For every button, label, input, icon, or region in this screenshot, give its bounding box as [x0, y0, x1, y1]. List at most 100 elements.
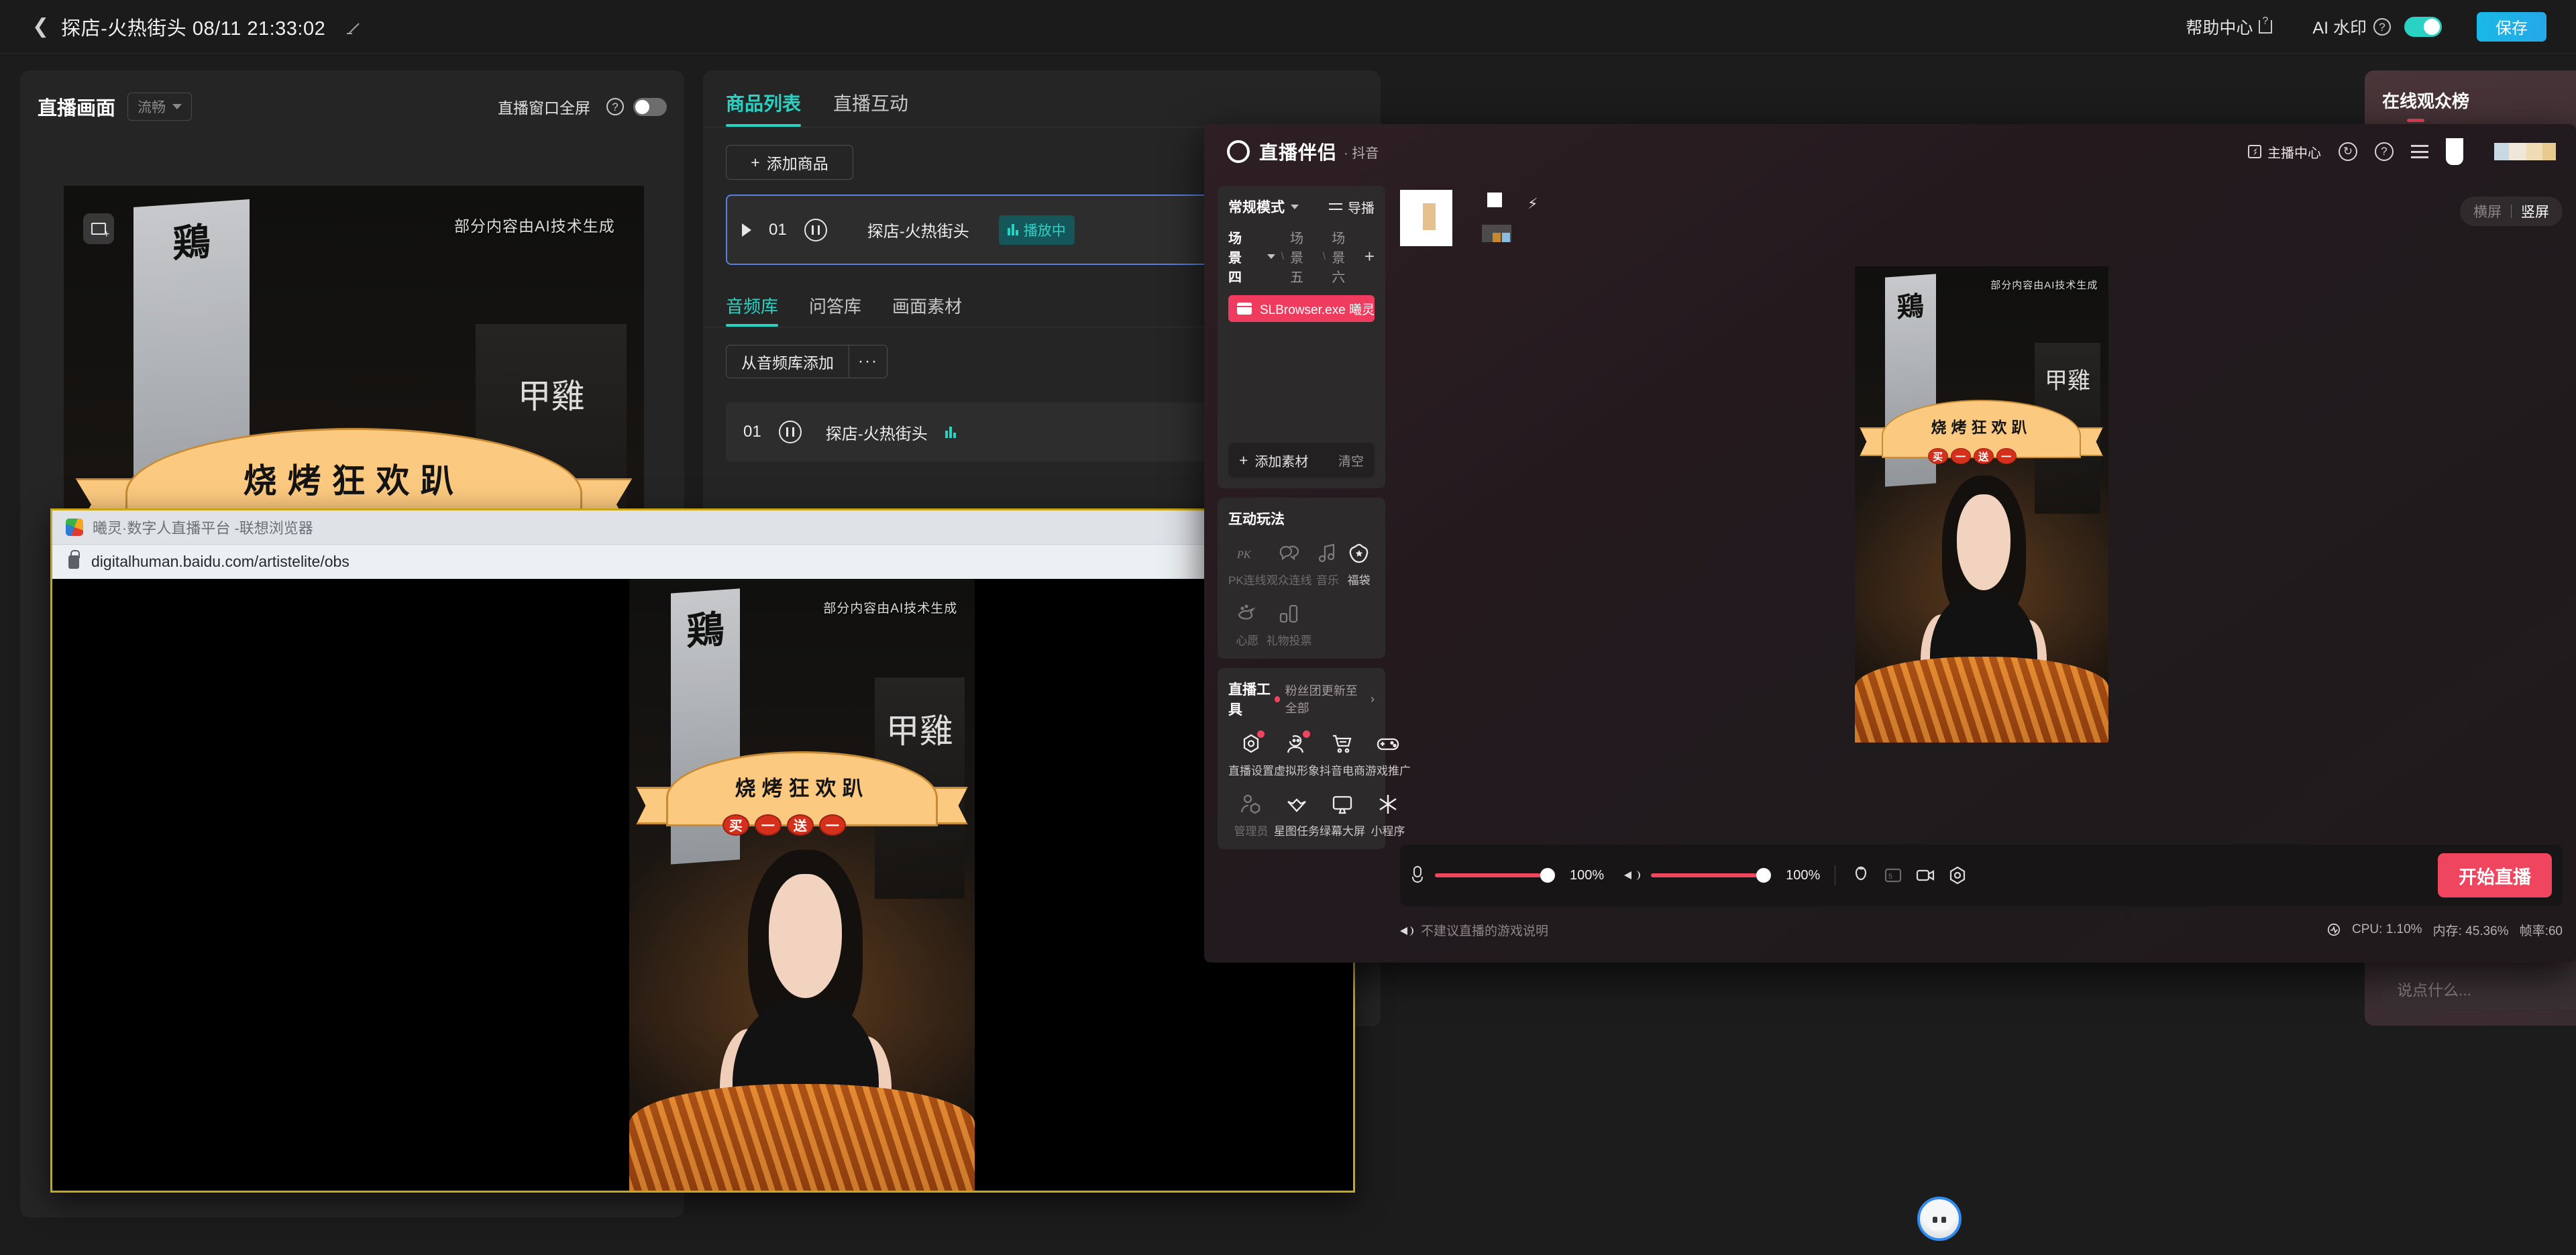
question-mark-icon[interactable]: ?	[2375, 142, 2394, 161]
add-image-icon[interactable]	[83, 213, 115, 245]
pause-icon[interactable]	[778, 421, 802, 443]
ai-notice-text: 部分内容由AI技术生成	[1990, 280, 2098, 292]
live-companion-window: 直播伴侣 · 抖音 主播中心 ↻ ? 常规模式 导播 场景四 \ 场景五 \ 场…	[1204, 124, 2576, 963]
question-mark-icon[interactable]: ?	[606, 98, 624, 115]
fans-update-link[interactable]: 粉丝团更新至 全部 ›	[1275, 681, 1375, 716]
banner-text: 烧烤狂欢趴	[243, 461, 465, 501]
scene-thumbnail-small-2[interactable]	[1482, 225, 1511, 242]
gift-vote-icon	[1278, 602, 1301, 625]
interactive-play-panel: 互动玩法 PK PK连线 观众连线 音乐 福袋 心愿 礼物投票	[1218, 498, 1385, 659]
window-capture-icon	[1237, 303, 1252, 315]
scene-tab-5[interactable]: 场景五	[1290, 227, 1317, 286]
tool-item-live-settings[interactable]: 直播设置	[1228, 730, 1274, 778]
browser-window: 曦灵·数字人直播平台 -联想浏览器 digitalhuman.baidu.com…	[50, 508, 1355, 1193]
window-minimize-icon[interactable]	[2446, 138, 2463, 165]
tool-item-virtual-avatar[interactable]: 虚拟形象	[1274, 730, 1320, 778]
chevron-down-icon[interactable]	[1291, 204, 1299, 209]
rank-title: 在线观众榜	[2382, 91, 2470, 111]
chevron-down-icon[interactable]	[1267, 254, 1275, 259]
mini-program-icon	[1377, 793, 1399, 816]
pencil-icon[interactable]	[345, 18, 363, 36]
assistant-bubble-icon[interactable]	[1917, 1197, 1962, 1241]
back-icon[interactable]: ❮	[32, 16, 49, 37]
add-from-audio-library-button[interactable]: 从音频库添加	[726, 345, 849, 378]
item-label: 福袋	[1347, 574, 1371, 587]
start-live-button[interactable]: 开始直播	[2438, 853, 2552, 897]
quality-select[interactable]: 流畅	[127, 93, 193, 121]
save-button[interactable]: 保存	[2477, 11, 2546, 42]
companion-app-name: 直播伴侣	[1259, 142, 1338, 163]
tab-qa-library[interactable]: 问答库	[809, 293, 861, 327]
scene-thumbnail-main[interactable]	[1400, 190, 1452, 246]
interactive-item-music[interactable]: 音乐	[1312, 542, 1344, 588]
more-options-icon[interactable]: ···	[849, 345, 888, 378]
interactive-item-audience[interactable]: 观众连线	[1267, 542, 1312, 588]
sign-char: 鶏	[172, 219, 211, 266]
tool-item-green-screen[interactable]: 绿幕大屏	[1320, 793, 1365, 838]
speaker-volume-slider[interactable]	[1651, 868, 1772, 883]
interactive-item-luckybag[interactable]: 福袋	[1343, 542, 1375, 588]
separator: \	[1281, 250, 1285, 262]
scene-tab-6[interactable]: 场景六	[1332, 227, 1358, 286]
pause-icon[interactable]	[804, 218, 827, 241]
anchor-center-icon	[2248, 145, 2261, 158]
tool-item-admin[interactable]: 管理员	[1228, 793, 1274, 838]
orientation-landscape[interactable]: 横屏	[2473, 201, 2502, 221]
tab-live-interaction[interactable]: 直播互动	[833, 89, 908, 127]
microphone-icon[interactable]	[1411, 866, 1424, 885]
performance-stats: CPU: 1.10% 内存: 45.36% 帧率:60	[2326, 921, 2563, 939]
help-center-link[interactable]: 帮助中心	[2186, 15, 2273, 39]
anchor-center-button[interactable]: 主播中心	[2248, 142, 2321, 162]
fullscreen-group: 直播窗口全屏 ?	[498, 95, 667, 118]
mirror-5s-icon[interactable]: 5	[1882, 865, 1904, 886]
scene-thumbnail-small[interactable]	[1487, 193, 1502, 207]
browser-address-bar[interactable]: digitalhuman.baidu.com/artistelite/obs	[52, 544, 1353, 579]
window-controls-strip[interactable]	[2494, 143, 2556, 160]
tool-item-douyin-ecommerce[interactable]: 抖音电商	[1320, 732, 1365, 778]
camera-icon[interactable]	[1915, 865, 1936, 886]
guide-button[interactable]: 导播	[1329, 197, 1375, 217]
interactive-item-giftvote[interactable]: 礼物投票	[1267, 602, 1312, 648]
goods-name: 探店-火热街头	[867, 223, 969, 241]
message-input[interactable]: 说点什么...	[2382, 968, 2576, 1010]
fullscreen-toggle[interactable]	[633, 97, 667, 116]
status-badge-label: 播放中	[1023, 223, 1066, 239]
focus-icon[interactable]	[1947, 865, 1968, 886]
tool-item-star-map[interactable]: 星图任务	[1274, 793, 1320, 838]
tab-goods-list[interactable]: 商品列表	[726, 89, 802, 127]
item-label: 音乐	[1316, 574, 1340, 587]
companion-titlebar: 直播伴侣 · 抖音 主播中心 ↻ ?	[1204, 124, 2576, 179]
neon-char: 甲雞	[517, 376, 585, 416]
game-note[interactable]: 不建议直播的游戏说明	[1400, 921, 1548, 939]
notification-dot-icon	[1275, 696, 1280, 702]
source-item[interactable]: SLBrowser.exe 曦灵·数字人直播平台 -...	[1228, 295, 1375, 322]
item-label: 心愿	[1236, 635, 1259, 647]
expand-triangle-icon[interactable]	[742, 223, 751, 237]
lock-icon	[68, 549, 80, 569]
question-mark-icon[interactable]: ?	[2373, 17, 2391, 36]
add-material-button[interactable]: + 添加素材 清空	[1228, 443, 1375, 478]
companion-preview-canvas[interactable]: 鶏 甲雞 部分内容由AI技术生成 烧烤狂欢趴 买 一 送 一	[1854, 266, 2108, 743]
help-center-label: 帮助中心	[2186, 18, 2253, 38]
banner-circle: 一	[818, 814, 846, 836]
svg-text:PK: PK	[1236, 549, 1252, 561]
beauty-icon[interactable]	[1850, 865, 1872, 886]
mic-volume-slider[interactable]	[1435, 868, 1555, 883]
speaker-icon[interactable]	[1624, 867, 1641, 883]
companion-app-sub: · 抖音	[1344, 146, 1379, 161]
tab-scene-material[interactable]: 画面素材	[892, 293, 962, 327]
ai-watermark-toggle[interactable]	[2404, 16, 2442, 37]
interactive-item-wish[interactable]: 心愿	[1228, 602, 1267, 648]
clear-button[interactable]: 清空	[1338, 451, 1364, 470]
add-scene-icon[interactable]: +	[1364, 248, 1375, 265]
tab-audio-library[interactable]: 音频库	[726, 293, 779, 327]
app-header: ❮ 探店-火热街头 08/11 21:33:02 帮助中心 AI 水印 ? 保存	[0, 0, 2576, 54]
refresh-icon[interactable]: ↻	[2339, 142, 2357, 161]
add-goods-button[interactable]: + 添加商品	[726, 145, 853, 180]
menu-icon[interactable]	[2411, 145, 2428, 158]
pulse-icon	[2326, 922, 2341, 937]
food-foreground	[1854, 657, 2108, 743]
orientation-portrait[interactable]: 竖屏	[2521, 201, 2549, 221]
scene-tab-4[interactable]: 场景四	[1228, 227, 1255, 286]
interactive-item-pk[interactable]: PK PK连线	[1228, 542, 1267, 588]
